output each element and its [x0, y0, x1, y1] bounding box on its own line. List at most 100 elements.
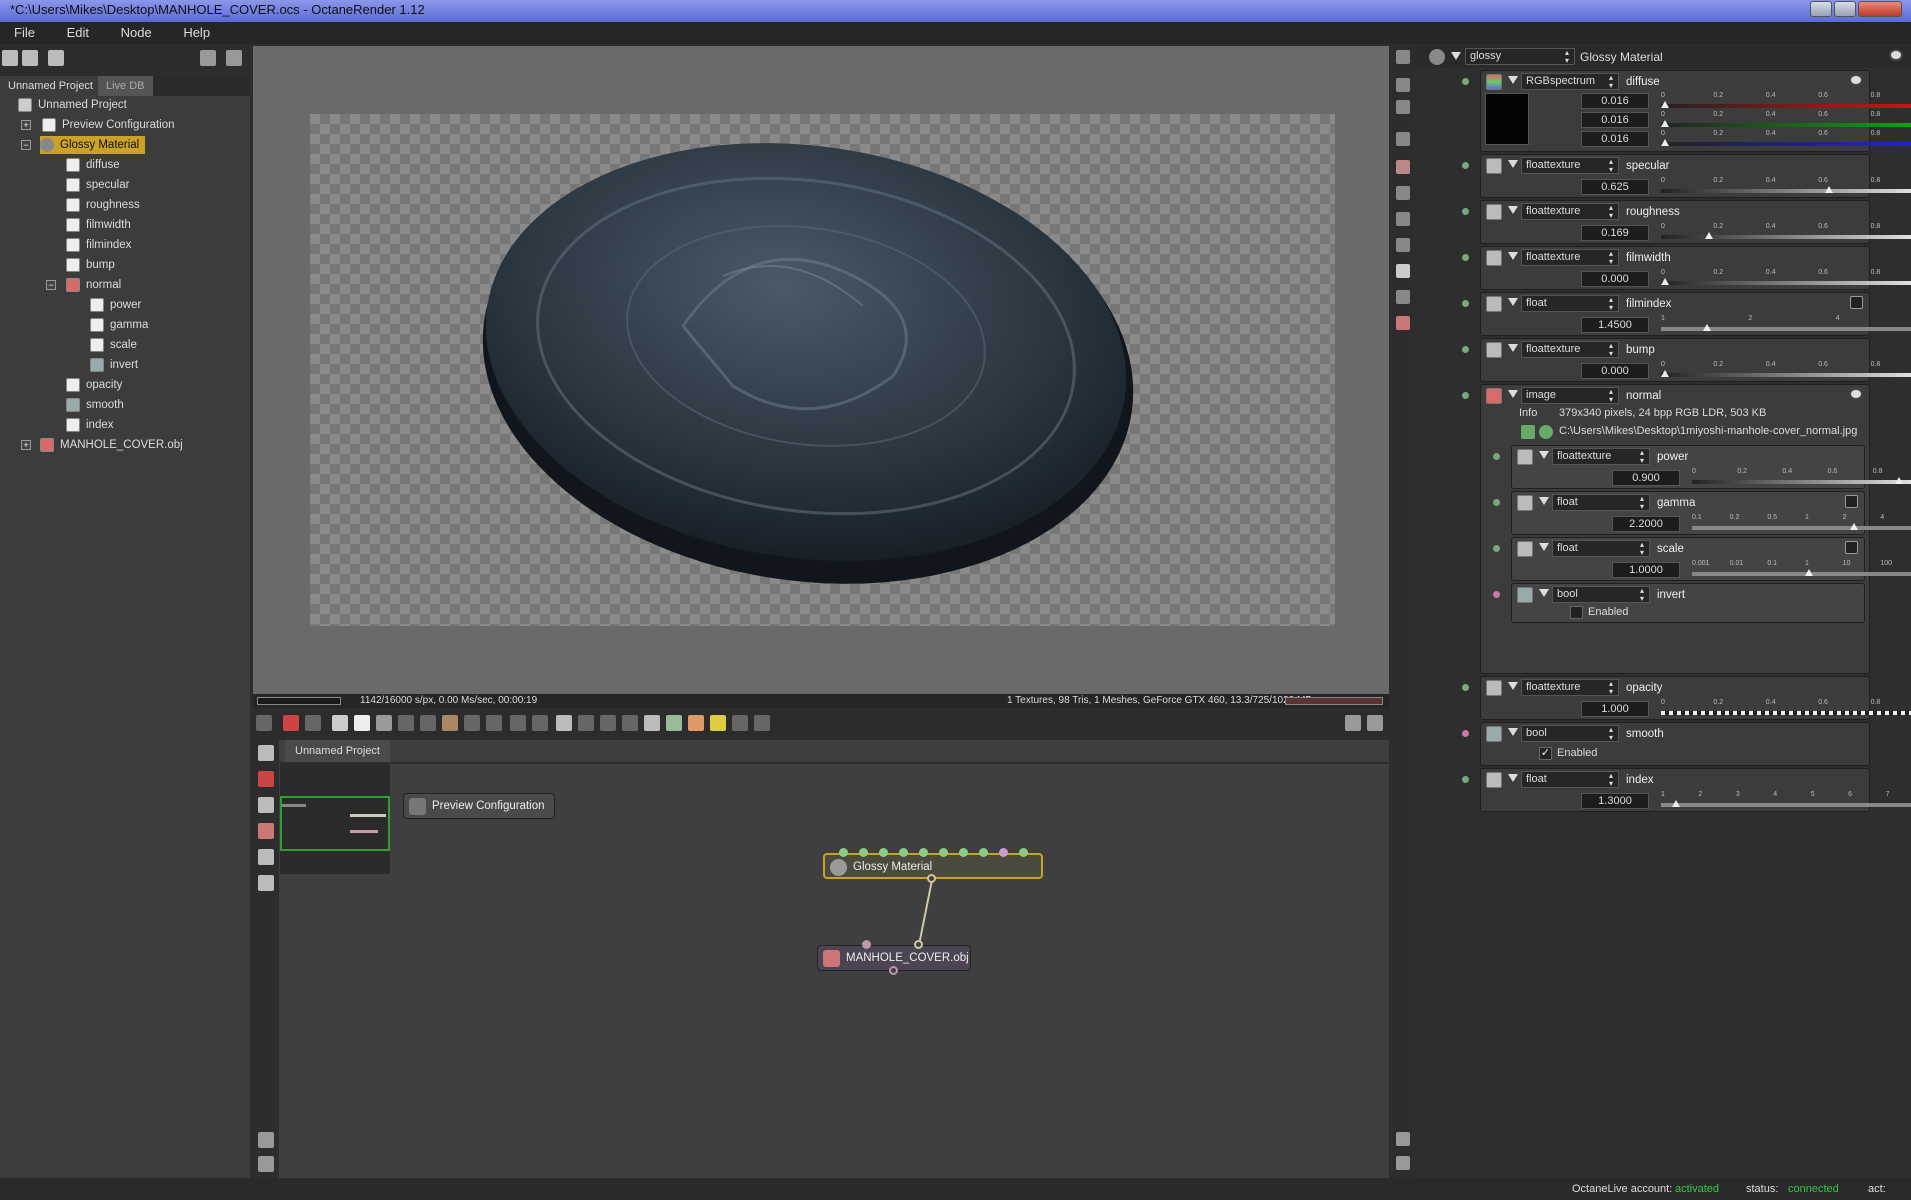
input-pin[interactable] [979, 848, 988, 857]
wrench-icon[interactable] [200, 50, 216, 66]
tree-item-filmwidth[interactable]: filmwidth [66, 216, 131, 234]
curve-icon[interactable] [1850, 296, 1863, 309]
node-editor[interactable]: Unnamed Project Preview Configuration Gl… [253, 740, 1389, 1178]
bool-icon[interactable] [1517, 587, 1533, 603]
slider-handle[interactable] [1824, 186, 1833, 193]
value-slider[interactable]: 1248 [1661, 315, 1911, 335]
copy-icon[interactable] [644, 715, 660, 731]
value-field[interactable]: 1.0000 [1612, 562, 1680, 578]
layers-icon[interactable] [1396, 78, 1410, 92]
tree-item-index[interactable]: index [66, 416, 114, 434]
panel-icon[interactable] [1396, 186, 1410, 200]
float-icon[interactable] [1486, 772, 1502, 788]
value-field[interactable]: 0.625 [1581, 179, 1649, 195]
texture-icon[interactable] [1486, 250, 1502, 266]
pin-dot[interactable] [1493, 545, 1500, 552]
collapse-triangle-icon[interactable] [1539, 497, 1549, 505]
tree-item-roughness[interactable]: roughness [66, 196, 140, 214]
slider-handle[interactable] [1661, 120, 1669, 127]
input-pin[interactable] [899, 848, 908, 857]
tree-item-invert[interactable]: invert [90, 356, 138, 374]
collapse-triangle-icon[interactable] [1451, 52, 1461, 60]
sphere2-icon[interactable] [532, 715, 548, 731]
outliner-save-icon[interactable] [22, 50, 38, 66]
sphere-icon[interactable] [510, 715, 526, 731]
texture-icon[interactable] [1486, 204, 1502, 220]
value-field[interactable]: 2.2000 [1612, 516, 1680, 532]
material-picker-icon[interactable] [442, 715, 458, 731]
pin-dot[interactable] [1462, 208, 1469, 215]
green-slider[interactable]: 00.20.40.60.81 [1661, 111, 1911, 131]
image-icon[interactable] [1486, 388, 1502, 404]
collapse-triangle-icon[interactable] [1508, 206, 1518, 214]
pin-dot[interactable] [1462, 162, 1469, 169]
bool-icon[interactable] [1486, 726, 1502, 742]
input-pin[interactable] [862, 940, 871, 949]
image-icon[interactable] [1396, 132, 1410, 146]
collapse-triangle-icon[interactable] [1508, 682, 1518, 690]
curve-icon[interactable] [1845, 495, 1858, 508]
blue-slider[interactable]: 00.20.40.60.81 [1661, 130, 1911, 150]
type-select[interactable]: floattexture [1521, 341, 1619, 358]
slider-handle[interactable] [1705, 232, 1714, 239]
type-select[interactable]: float [1521, 771, 1619, 788]
material-type-select[interactable]: glossy [1465, 48, 1575, 65]
stop-render-icon[interactable] [283, 715, 299, 731]
type-select[interactable]: floattexture [1521, 679, 1619, 696]
region-icon[interactable] [398, 715, 414, 731]
collapse-triangle-icon[interactable] [1508, 728, 1518, 736]
slider-handle[interactable] [1661, 139, 1669, 146]
value-field[interactable]: 0.000 [1581, 363, 1649, 379]
pin-dot[interactable] [1462, 684, 1469, 691]
float-icon[interactable] [1517, 541, 1533, 557]
wrench-icon[interactable] [1396, 1132, 1410, 1146]
collapse-triangle-icon[interactable] [1508, 390, 1518, 398]
rewind-icon[interactable] [332, 715, 348, 731]
tree-item-opacity[interactable]: opacity [66, 376, 122, 394]
value-field[interactable]: 0.000 [1581, 271, 1649, 287]
outliner-layers-icon[interactable] [48, 50, 64, 66]
tree-item-project[interactable]: Unnamed Project [18, 96, 127, 114]
collapse-triangle-icon[interactable] [1539, 451, 1549, 459]
value-slider[interactable]: 00.20.40.60.81 [1661, 269, 1911, 289]
type-select[interactable]: floattexture [1521, 249, 1619, 266]
collapse-triangle-icon[interactable] [1508, 344, 1518, 352]
tree-item-preview-config[interactable]: Preview Configuration [42, 116, 175, 134]
green-value[interactable]: 0.016 [1581, 112, 1649, 128]
value-field[interactable]: 0.900 [1612, 470, 1680, 486]
mesh-icon[interactable] [1396, 316, 1410, 330]
collapse-triangle-icon[interactable] [1508, 298, 1518, 306]
value-slider[interactable]: 0.10.20.51248 [1692, 514, 1911, 534]
minimize-button[interactable] [1810, 1, 1832, 17]
clipboard-icon[interactable] [754, 715, 770, 731]
menu-file[interactable]: File [0, 22, 49, 40]
network-icon[interactable] [1396, 290, 1410, 304]
export-icon[interactable] [666, 715, 682, 731]
input-pin[interactable] [859, 848, 868, 857]
type-select[interactable]: floattexture [1521, 203, 1619, 220]
blue-value[interactable]: 0.016 [1581, 131, 1649, 147]
value-slider[interactable]: 00.20.40.60.81 [1692, 468, 1911, 488]
value-slider[interactable]: 0.0010.010.11101001000 [1692, 560, 1911, 580]
grid-icon[interactable] [556, 715, 572, 731]
value-field[interactable]: 1.3000 [1581, 793, 1649, 809]
render-viewport[interactable] [253, 46, 1389, 694]
input-pin[interactable] [914, 940, 923, 949]
camera-icon[interactable] [256, 715, 272, 731]
value-slider[interactable]: 00.20.40.60.81 [1661, 699, 1911, 719]
tree-item-filmindex[interactable]: filmindex [66, 236, 131, 254]
value-slider[interactable]: 00.20.40.60.81 [1661, 177, 1911, 197]
sun-icon[interactable] [1396, 264, 1410, 278]
collapse-triangle-icon[interactable] [1508, 252, 1518, 260]
camera-icon[interactable] [1396, 212, 1410, 226]
eye-icon[interactable] [1849, 388, 1863, 400]
tree-item-smooth[interactable]: smooth [66, 396, 124, 414]
expand-icon[interactable]: + [21, 440, 31, 450]
tree-item-normal[interactable]: normal [66, 276, 121, 294]
float-icon[interactable] [1486, 296, 1502, 312]
slider-handle[interactable] [1661, 101, 1669, 108]
material-icon[interactable] [1396, 160, 1410, 174]
tree-item-specular[interactable]: specular [66, 176, 129, 194]
tree-item-glossy-material[interactable]: Glossy Material [40, 136, 146, 154]
pin-dot[interactable] [1462, 300, 1469, 307]
